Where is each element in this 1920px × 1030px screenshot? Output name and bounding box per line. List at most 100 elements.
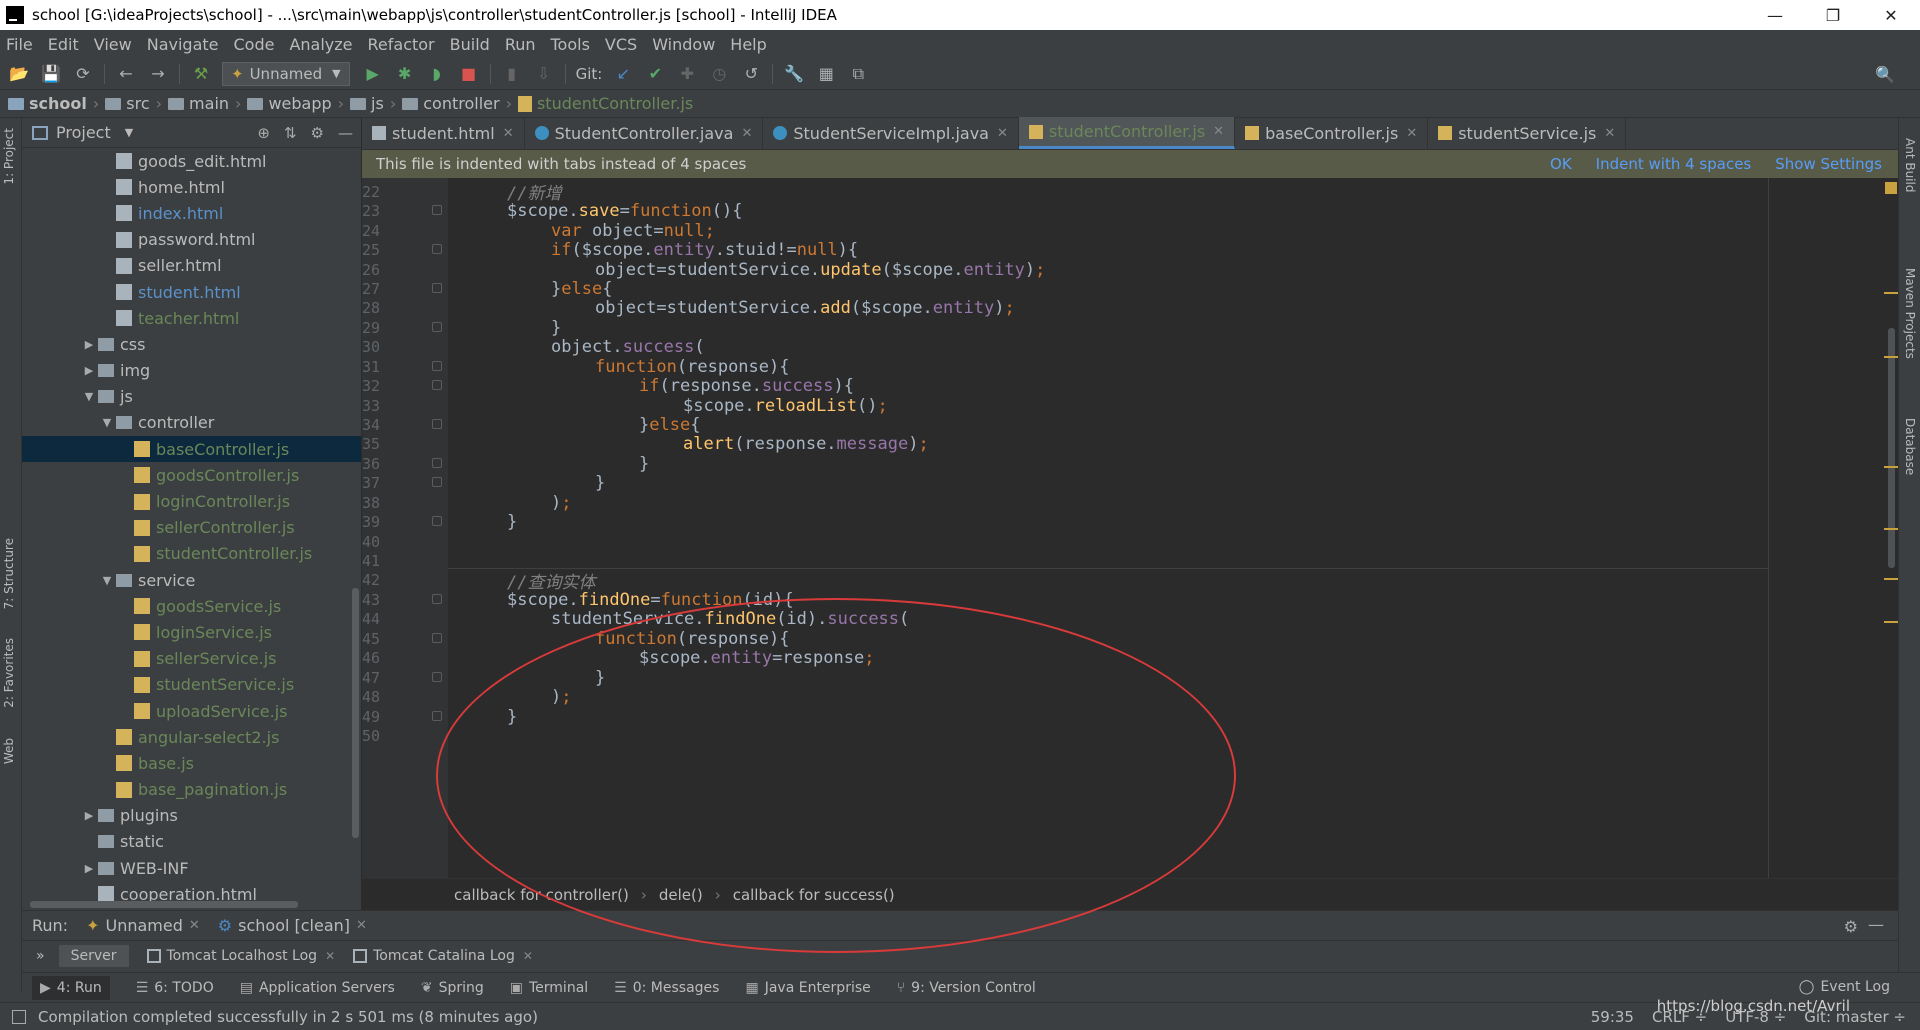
chevron-down-icon[interactable]: ▼ xyxy=(80,390,98,403)
stop-icon[interactable]: ■ xyxy=(458,63,480,85)
tree-item[interactable]: ▼ controller xyxy=(22,410,361,436)
tree-item[interactable]: studentService.js xyxy=(22,672,361,698)
locate-file-icon[interactable]: ⊕ xyxy=(257,124,270,142)
tool-window-button[interactable]: ⑂ 9: Version Control xyxy=(897,980,1036,996)
breadcrumb-item[interactable]: src › xyxy=(105,94,162,113)
close-icon[interactable]: ✕ xyxy=(325,949,335,963)
breadcrumb-item[interactable]: studentController.js xyxy=(517,94,693,113)
code-breadcrumb-item[interactable]: callback for controller() xyxy=(454,886,629,904)
tree-item[interactable]: ▶ css xyxy=(22,331,361,357)
fold-marker-icon[interactable] xyxy=(432,458,442,469)
favorites-tool-tab[interactable]: 2: Favorites xyxy=(2,638,16,708)
warning-marker[interactable] xyxy=(1884,356,1898,358)
banner-indent-link[interactable]: Indent with 4 spaces xyxy=(1596,155,1752,173)
open-folder-icon[interactable]: 📂 xyxy=(8,63,30,85)
warning-status-icon[interactable] xyxy=(1885,182,1897,194)
banner-settings-link[interactable]: Show Settings xyxy=(1775,155,1882,173)
chevron-down-icon[interactable]: ▼ xyxy=(98,416,116,429)
project-horizontal-scrollbar[interactable] xyxy=(30,901,298,908)
menu-help[interactable]: Help xyxy=(730,35,766,54)
fold-marker-icon[interactable] xyxy=(432,671,442,682)
menu-run[interactable]: Run xyxy=(505,35,536,54)
search-icon[interactable]: 🔍 xyxy=(1874,63,1896,85)
close-icon[interactable]: ✕ xyxy=(189,918,200,933)
fold-marker-icon[interactable] xyxy=(432,283,442,294)
status-toggle-icon[interactable] xyxy=(12,1009,26,1024)
menu-vcs[interactable]: VCS xyxy=(605,35,637,54)
tree-item[interactable]: goodsService.js xyxy=(22,593,361,619)
chevron-right-icon[interactable]: ▶ xyxy=(80,809,98,822)
chevron-right-icon[interactable]: ▶ xyxy=(80,338,98,351)
save-icon[interactable]: 💾 xyxy=(40,63,62,85)
fold-marker-icon[interactable] xyxy=(432,594,442,605)
chevron-down-icon[interactable]: ▼ xyxy=(125,126,133,139)
event-log-button[interactable]: ◯ Event Log xyxy=(1799,979,1890,995)
fold-marker-icon[interactable] xyxy=(432,710,442,721)
menu-analyze[interactable]: Analyze xyxy=(289,35,352,54)
breadcrumb-item[interactable]: main › xyxy=(168,94,241,113)
code-editor[interactable]: 22 23 24 25 26 27 28 29 30 31 32 33 34 35 36 37 38 39 40 41… xyxy=(362,178,1898,878)
close-button[interactable]: ✕ xyxy=(1862,0,1920,30)
collapse-all-icon[interactable]: ⇅ xyxy=(284,124,297,142)
fold-marker-icon[interactable] xyxy=(432,632,442,643)
fold-marker-icon[interactable] xyxy=(432,419,442,430)
editor-tab[interactable]: baseController.js ✕ xyxy=(1235,117,1429,149)
tree-item[interactable]: uploadService.js xyxy=(22,698,361,724)
expand-icon[interactable]: » xyxy=(36,948,45,964)
chevron-right-icon[interactable]: ▶ xyxy=(80,862,98,875)
tool-window-button[interactable]: ❦ Spring xyxy=(421,980,484,996)
tree-item[interactable]: goods_edit.html xyxy=(22,148,361,174)
fold-marker-icon[interactable] xyxy=(432,322,442,332)
editor-tab[interactable]: studentService.js ✕ xyxy=(1428,117,1627,149)
chevron-right-icon[interactable]: ▶ xyxy=(80,364,98,377)
tool-window-button[interactable]: ▶ 4: Run xyxy=(32,975,110,1000)
close-icon[interactable]: ✕ xyxy=(1406,126,1417,141)
menu-view[interactable]: View xyxy=(94,35,132,54)
tree-item[interactable]: ▶ plugins xyxy=(22,803,361,829)
project-structure-icon[interactable]: ▦ xyxy=(815,63,837,85)
tool-window-button[interactable]: ☰ 6: TODO xyxy=(136,980,214,996)
run-tab-unnamed[interactable]: ✦ Unnamed ✕ xyxy=(86,916,200,935)
git-commit-icon[interactable]: ✔ xyxy=(644,63,666,85)
tree-item[interactable]: student.html xyxy=(22,279,361,305)
tree-item[interactable]: goodsController.js xyxy=(22,462,361,488)
back-arrow-icon[interactable]: ← xyxy=(115,63,137,85)
tool-window-button[interactable]: ▤ Application Servers xyxy=(240,980,395,996)
minimize-button[interactable]: — xyxy=(1746,0,1804,30)
tree-item[interactable]: index.html xyxy=(22,200,361,226)
structure-tool-tab[interactable]: 7: Structure xyxy=(2,538,16,609)
gear-icon[interactable]: ⚙ xyxy=(311,124,324,142)
warning-marker[interactable] xyxy=(1884,466,1898,468)
tree-item[interactable]: seller.html xyxy=(22,253,361,279)
tree-item[interactable]: angular-select2.js xyxy=(22,724,361,750)
run-tab-school-clean[interactable]: ⚙ school [clean] ✕ xyxy=(218,916,367,935)
tool-window-button[interactable]: ☰ 0: Messages xyxy=(614,980,719,996)
editor-tab[interactable]: StudentController.java ✕ xyxy=(525,117,764,149)
menu-build[interactable]: Build xyxy=(450,35,490,54)
code-breadcrumb-item[interactable]: dele() xyxy=(659,886,703,904)
menu-code[interactable]: Code xyxy=(234,35,275,54)
tree-item[interactable]: ▼ service xyxy=(22,567,361,593)
gear-icon[interactable]: ⚙ xyxy=(1844,917,1858,936)
tree-item[interactable]: loginService.js xyxy=(22,619,361,645)
git-history-icon[interactable]: ◷ xyxy=(708,63,730,85)
tree-item[interactable]: base_pagination.js xyxy=(22,777,361,803)
maven-projects-tool-tab[interactable]: Maven Projects xyxy=(1903,268,1917,359)
git-revert-icon[interactable]: ↺ xyxy=(740,63,762,85)
project-panel-title[interactable]: Project xyxy=(56,123,111,142)
project-tool-tab[interactable]: 1: Project xyxy=(2,128,16,185)
git-update-icon[interactable]: ↙ xyxy=(612,63,634,85)
line-number-gutter[interactable]: 22 23 24 25 26 27 28 29 30 31 32 33 34 35 36 37 38 39 40 41… xyxy=(362,178,448,878)
coverage-icon[interactable]: ◗ xyxy=(426,63,448,85)
breadcrumb-item[interactable]: webapp › xyxy=(247,94,344,113)
editor-tab[interactable]: StudentServiceImpl.java ✕ xyxy=(763,117,1019,149)
editor-scrollbar[interactable] xyxy=(1888,328,1895,568)
fold-marker-icon[interactable] xyxy=(432,360,442,371)
tree-item[interactable]: teacher.html xyxy=(22,305,361,331)
close-icon[interactable]: ✕ xyxy=(1213,124,1224,139)
editor-tab[interactable]: studentController.js ✕ xyxy=(1018,117,1236,149)
menu-tools[interactable]: Tools xyxy=(551,35,590,54)
warning-marker[interactable] xyxy=(1884,621,1898,623)
menu-navigate[interactable]: Navigate xyxy=(147,35,219,54)
vcs-push-icon[interactable]: ⇩ xyxy=(533,63,555,85)
